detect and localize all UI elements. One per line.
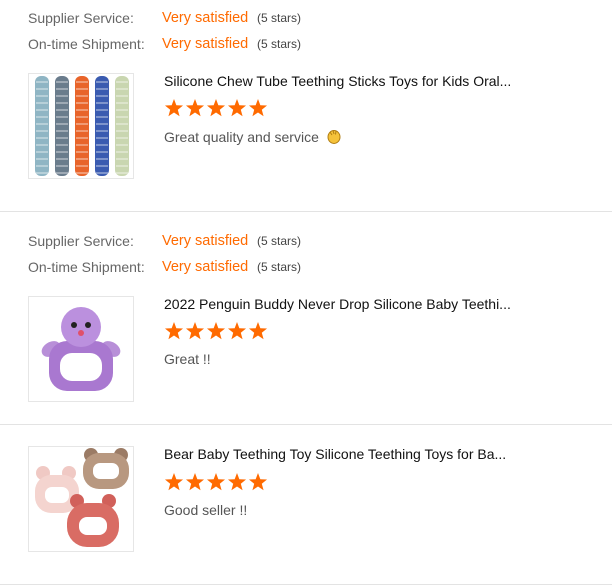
star-icon xyxy=(248,322,268,340)
shipment-value: Very satisfied xyxy=(162,259,249,275)
chew-stick xyxy=(55,76,69,176)
star-icon xyxy=(206,473,226,491)
chew-stick xyxy=(75,76,89,176)
review-comment: Good seller !! xyxy=(164,502,248,518)
star-icon xyxy=(164,322,184,340)
review-comment: Great quality and service xyxy=(164,127,343,149)
star-icon xyxy=(164,473,184,491)
star-icon xyxy=(206,322,226,340)
supplier-service-label: Supplier Service: xyxy=(28,10,134,26)
star-icon xyxy=(248,473,268,491)
supplier-service-value: Very satisfied xyxy=(162,233,249,249)
star-icon xyxy=(185,322,205,340)
clapping-hands-icon xyxy=(325,127,343,149)
star-rating xyxy=(164,472,268,492)
shipment-count: (5 stars) xyxy=(257,260,302,274)
product-thumbnail[interactable] xyxy=(28,296,134,402)
stars-svg xyxy=(164,473,268,491)
review-comment: Great !! xyxy=(164,351,211,367)
product-title[interactable]: Bear Baby Teething Toy Silicone Teething… xyxy=(164,445,506,463)
chew-stick xyxy=(95,76,109,176)
shipment-label: On-time Shipment: xyxy=(28,259,145,275)
shipment-value: Very satisfied xyxy=(162,36,249,52)
divider xyxy=(0,211,612,212)
shipment-label: On-time Shipment: xyxy=(28,36,145,52)
chew-tube-image xyxy=(35,76,129,176)
divider xyxy=(0,424,612,425)
star-icon xyxy=(227,473,247,491)
review-comment-text: Great quality and service xyxy=(164,129,319,145)
product-thumbnail[interactable] xyxy=(28,73,134,179)
supplier-service-count: (5 stars) xyxy=(257,11,302,25)
stars-svg xyxy=(164,99,268,117)
product-thumbnail[interactable] xyxy=(28,446,134,552)
product-title[interactable]: 2022 Penguin Buddy Never Drop Silicone B… xyxy=(164,295,511,313)
shipment-count: (5 stars) xyxy=(257,37,302,51)
star-icon xyxy=(227,322,247,340)
supplier-service-value: Very satisfied xyxy=(162,10,249,26)
star-icon xyxy=(164,99,184,117)
star-icon xyxy=(248,99,268,117)
star-rating xyxy=(164,98,268,118)
penguin-teether-image xyxy=(41,307,121,391)
chew-stick xyxy=(115,76,129,176)
supplier-service-label: Supplier Service: xyxy=(28,233,134,249)
stars-svg xyxy=(164,322,268,340)
supplier-service-count: (5 stars) xyxy=(257,234,302,248)
divider xyxy=(0,584,612,585)
star-icon xyxy=(227,99,247,117)
star-icon xyxy=(185,99,205,117)
bear-teether-image xyxy=(35,448,129,547)
star-icon xyxy=(206,99,226,117)
star-rating xyxy=(164,321,268,341)
star-icon xyxy=(185,473,205,491)
chew-stick xyxy=(35,76,49,176)
product-title[interactable]: Silicone Chew Tube Teething Sticks Toys … xyxy=(164,72,511,90)
